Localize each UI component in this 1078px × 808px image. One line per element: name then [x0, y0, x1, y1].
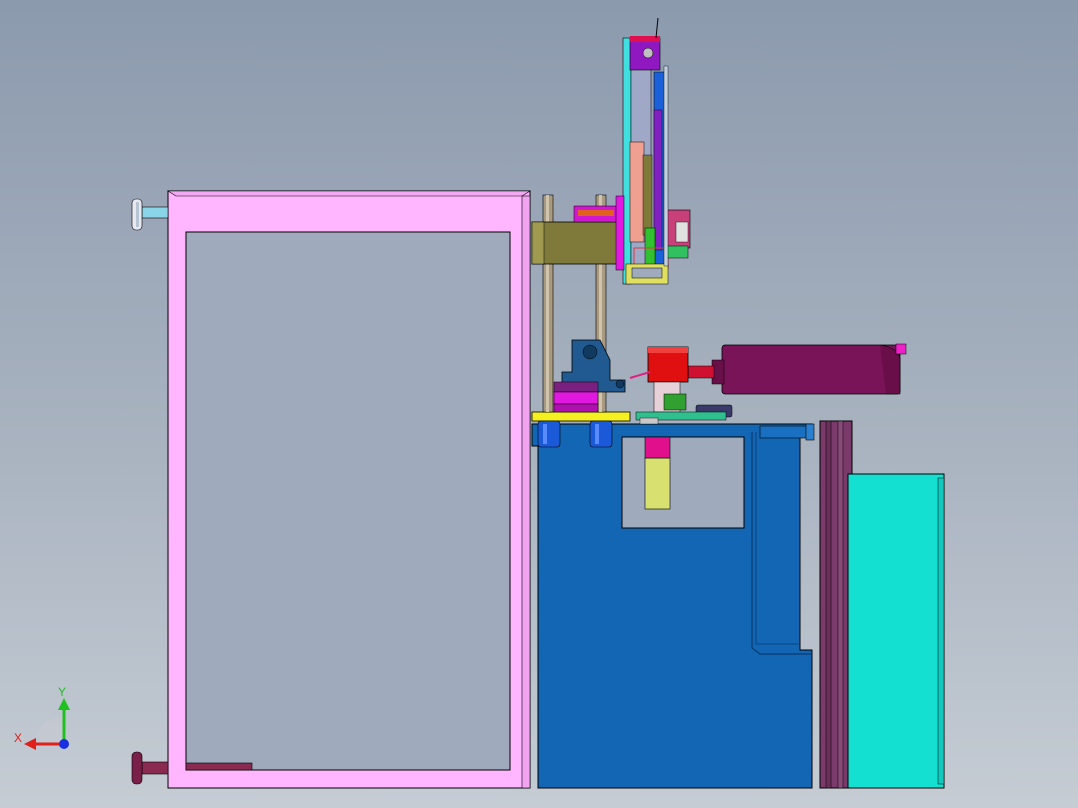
machine-model[interactable]	[0, 0, 1078, 808]
pink-frame[interactable]	[166, 190, 532, 789]
z-axis-dot	[59, 739, 69, 749]
cyan-enclosure[interactable]	[847, 473, 945, 789]
bottom-foot[interactable]	[131, 751, 169, 785]
bearing-block[interactable]	[553, 339, 626, 413]
blue-base-block[interactable]	[531, 423, 815, 789]
cad-viewport[interactable]: Y X	[0, 0, 1078, 808]
spindle-motor[interactable]	[687, 343, 907, 395]
orientation-triad[interactable]: Y X	[8, 686, 78, 750]
top-handle[interactable]	[131, 198, 169, 231]
triad-quadrant	[36, 716, 64, 744]
x-axis-head	[24, 738, 36, 750]
upper-vertical-assembly[interactable]	[615, 17, 691, 285]
y-axis-label: Y	[58, 686, 66, 699]
y-axis-head	[58, 698, 70, 710]
red-coupling-block[interactable]	[629, 346, 733, 425]
side-cover-panel[interactable]	[819, 420, 853, 789]
x-axis-label: X	[14, 731, 22, 745]
